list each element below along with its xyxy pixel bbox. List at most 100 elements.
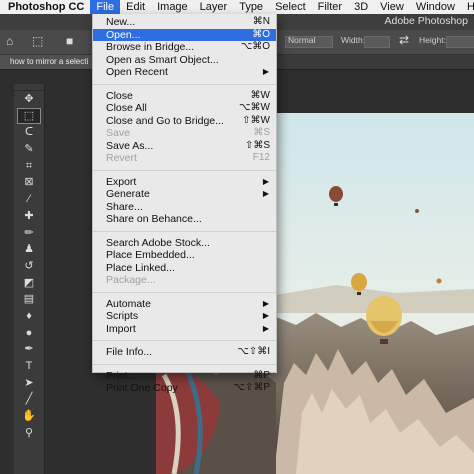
quick-selection-tool-icon[interactable]: ✎ [14, 141, 44, 158]
width-input[interactable] [364, 36, 390, 48]
menu-item-scripts[interactable]: Scripts ▶ [93, 310, 276, 323]
height-label: Height: [419, 35, 446, 45]
menu-item-print[interactable]: Print... ⌘P [93, 370, 276, 383]
menu-separator [93, 363, 276, 365]
menu-item-label: Open as Smart Object... [106, 53, 219, 66]
menu-image[interactable]: Image [151, 0, 194, 14]
submenu-arrow-icon: ▶ [262, 323, 269, 333]
menu-item-automate[interactable]: Automate ▶ [93, 298, 276, 311]
menu-help[interactable]: Help [461, 0, 474, 14]
history-brush-tool-icon[interactable]: ↺ [14, 258, 44, 275]
menu-item-label: Import [106, 322, 136, 335]
menu-item-share-on-behance[interactable]: Share on Behance... [93, 213, 276, 226]
move-tool-icon[interactable]: ✥ [14, 91, 44, 108]
home-icon[interactable]: ⌂ [6, 34, 13, 48]
submenu-arrow-icon: ▶ [262, 298, 269, 308]
menu-window[interactable]: Window [410, 0, 461, 14]
menu-3d[interactable]: 3D [348, 0, 374, 14]
menu-item-export[interactable]: Export ▶ [93, 176, 276, 189]
menu-edit[interactable]: Edit [120, 0, 151, 14]
document-tab[interactable]: how to mirror a selecti [0, 55, 106, 69]
marquee-tool-icon[interactable]: ⬚ [17, 107, 41, 125]
eyedropper-tool-icon[interactable]: ⁄ [14, 191, 44, 208]
document-tab-title: how to mirror a selecti [10, 57, 89, 66]
menu-item-label: Close [106, 89, 133, 102]
style-select-value: Normal [288, 35, 316, 45]
menu-item-save-as[interactable]: Save As... ⇧⌘S [93, 140, 276, 153]
menu-item-generate[interactable]: Generate ▶ [93, 188, 276, 201]
menu-type[interactable]: Type [233, 0, 269, 14]
menu-item-new[interactable]: New... ⌘N [93, 16, 276, 29]
menu-item-shortcut: ⌥⇧⌘I [237, 346, 270, 357]
menu-item-browse-in-bridge[interactable]: Browse in Bridge... ⌥⌘O [93, 41, 276, 54]
menu-item-label: Package... [106, 274, 156, 286]
menu-app-name[interactable]: Photoshop CC [2, 0, 90, 14]
menu-item-file-info[interactable]: File Info... ⌥⇧⌘I [93, 346, 276, 359]
menu-bar: Photoshop CC File Edit Image Layer Type … [0, 0, 474, 15]
menu-item-revert: Revert F12 [93, 152, 276, 165]
swap-icon[interactable]: ⇄ [399, 33, 409, 47]
menu-item-open-as-smart-object[interactable]: Open as Smart Object... [93, 54, 276, 67]
type-tool-icon[interactable]: T [14, 358, 44, 375]
frame-tool-icon[interactable]: ⊠ [14, 174, 44, 191]
menu-item-import[interactable]: Import ▶ [93, 323, 276, 336]
menu-item-shortcut: ⇧⌘S [244, 139, 270, 151]
eraser-tool-icon[interactable]: ◩ [14, 275, 44, 292]
menu-item-label: Export [106, 175, 137, 188]
menu-item-label: Automate [106, 297, 151, 310]
submenu-arrow-icon: ▶ [262, 311, 269, 320]
menu-item-place-embedded[interactable]: Place Embedded... [93, 249, 276, 262]
menu-item-label: Close All [106, 102, 147, 114]
menu-item-label: Place Linked... [106, 261, 175, 274]
menu-file[interactable]: File [90, 0, 121, 14]
menu-item-open[interactable]: Open... ⌘O [93, 28, 276, 41]
menu-item-label: Save [106, 127, 130, 139]
menu-item-close-and-go-to-bridge[interactable]: Close and Go to Bridge... ⇧⌘W [93, 115, 276, 128]
menu-item-label: Open... [106, 28, 141, 41]
menu-item-search-adobe-stock[interactable]: Search Adobe Stock... [93, 237, 276, 250]
menu-view[interactable]: View [374, 0, 410, 14]
menu-item-label: Generate [106, 188, 150, 200]
menu-item-package: Package... [93, 274, 276, 287]
menu-separator [93, 169, 276, 171]
tools-panel: ✥ ⬚ ᑕ ✎ ⌗ ⊠ ⁄ ✚ ✏ ♟ ↺ ◩ ▤ ♦ ● ✒ T ➤ ╱ ✋ ⚲ [14, 84, 45, 474]
menu-item-label: Close and Go to Bridge... [106, 114, 224, 127]
menu-item-open-recent[interactable]: Open Recent ▶ [93, 66, 276, 79]
new-selection-icon[interactable]: ■ [66, 34, 73, 48]
menu-item-shortcut: F12 [252, 152, 270, 163]
menu-separator [93, 340, 276, 341]
menu-item-label: Share... [106, 200, 143, 213]
blur-tool-icon[interactable]: ♦ [14, 308, 44, 325]
gradient-tool-icon[interactable]: ▤ [14, 291, 44, 308]
submenu-arrow-icon: ▶ [262, 176, 269, 186]
path-selection-tool-icon[interactable]: ➤ [14, 375, 44, 392]
menu-item-close[interactable]: Close ⌘W [93, 90, 276, 103]
crop-tool-icon[interactable]: ⌗ [14, 158, 44, 175]
menu-item-label: File Info... [106, 346, 153, 358]
menu-item-place-linked[interactable]: Place Linked... [93, 262, 276, 275]
zoom-tool-icon[interactable]: ⚲ [14, 425, 44, 442]
file-menu-dropdown: New... ⌘N Open... ⌘O Browse in Bridge... ⌥⌘O O… [92, 14, 277, 394]
tools-panel-grip[interactable] [14, 84, 44, 91]
line-tool-icon[interactable]: ╱ [14, 391, 44, 408]
menu-item-share[interactable]: Share... [93, 201, 276, 214]
lasso-tool-icon[interactable]: ᑕ [14, 124, 44, 141]
height-input[interactable] [446, 36, 474, 48]
menu-separator [93, 291, 276, 293]
clone-stamp-tool-icon[interactable]: ♟ [14, 241, 44, 258]
menu-select[interactable]: Select [269, 0, 312, 14]
hand-tool-icon[interactable]: ✋ [14, 408, 44, 425]
marquee-option-icon[interactable]: ⬚ [32, 34, 43, 48]
menu-layer[interactable]: Layer [194, 0, 234, 14]
healing-brush-tool-icon[interactable]: ✚ [14, 208, 44, 225]
pen-tool-icon[interactable]: ✒ [14, 341, 44, 358]
dodge-tool-icon[interactable]: ● [14, 325, 44, 342]
menu-item-shortcut: ⌥⇧⌘P [233, 382, 270, 393]
menu-item-close-all[interactable]: Close All ⌥⌘W [93, 102, 276, 115]
menu-item-label: Print One Copy [106, 382, 178, 394]
menu-item-print-one-copy[interactable]: Print One Copy ⌥⇧⌘P [93, 382, 276, 395]
brush-tool-icon[interactable]: ✏ [14, 225, 44, 242]
menu-item-shortcut: ⌥⌘W [239, 102, 270, 113]
menu-filter[interactable]: Filter [312, 0, 348, 14]
menu-item-shortcut: ⌥⌘O [240, 41, 270, 52]
